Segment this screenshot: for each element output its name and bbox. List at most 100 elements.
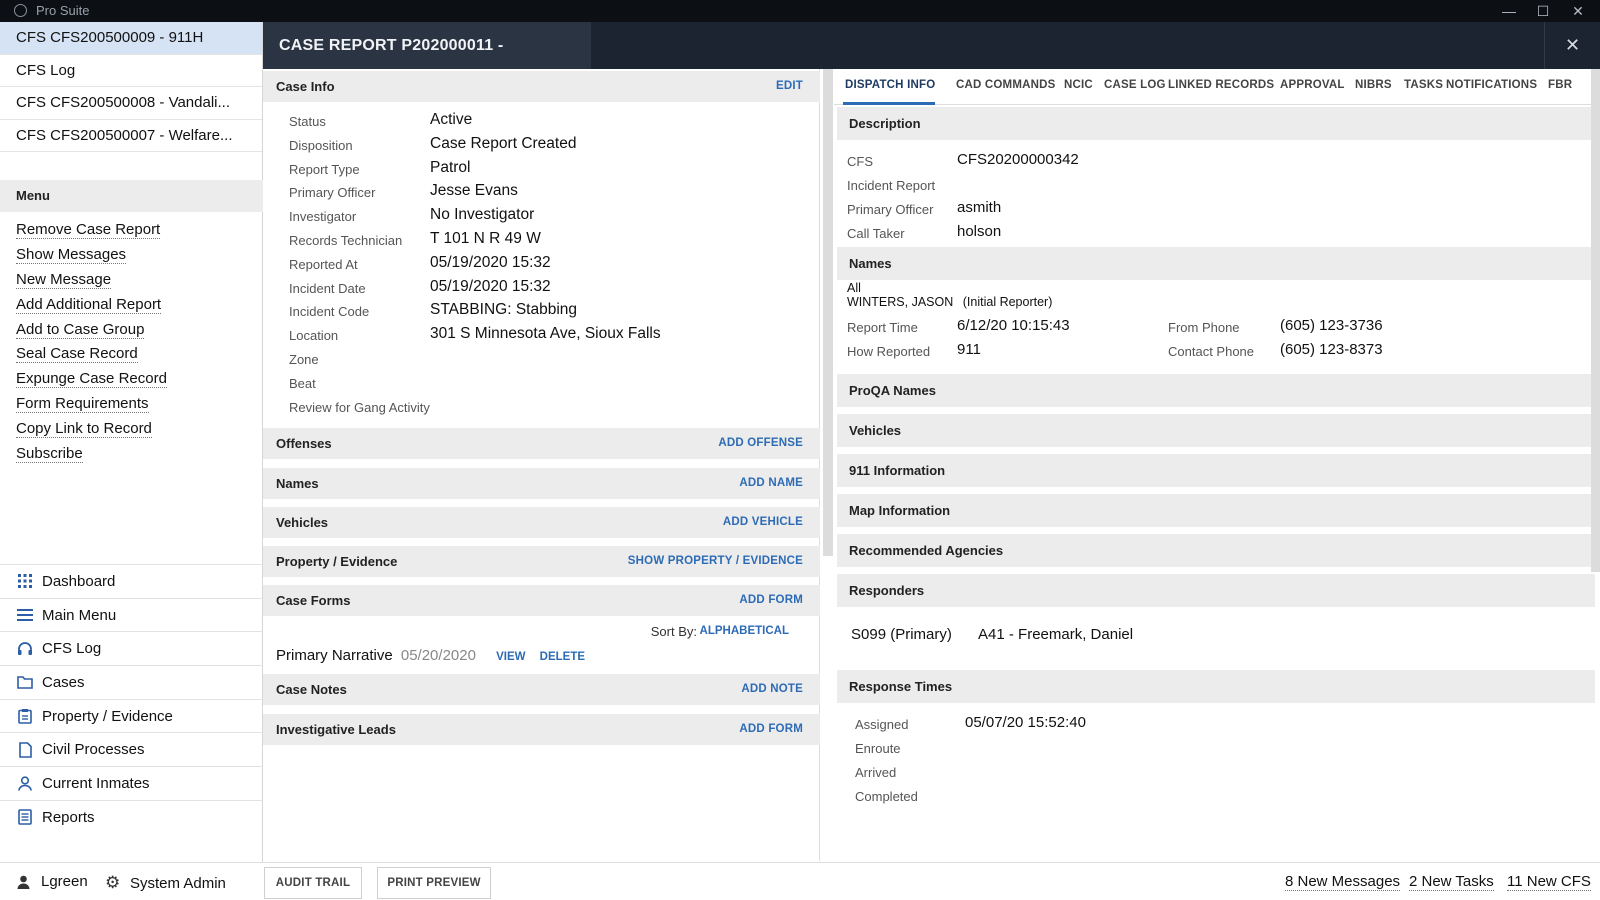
vehicles-dispatch-section[interactable]: Vehicles <box>837 414 1595 447</box>
menu-add-additional-report[interactable]: Add Additional Report <box>16 295 167 321</box>
field-value: STABBING: Stabbing <box>430 301 578 319</box>
field-location: Location 301 S Minnesota Ave, Sioux Falls <box>263 323 803 347</box>
sort-alphabetical-button[interactable]: ALPHABETICAL <box>700 625 789 637</box>
grid-icon <box>16 572 34 590</box>
right-scrollbar[interactable] <box>1591 69 1600 572</box>
sidebar: CFS CFS200500009 - 911H CFS Log CFS CFS2… <box>0 22 263 862</box>
user-menu[interactable]: Lgreen <box>17 873 88 890</box>
open-item-cfs-welfare[interactable]: CFS CFS200500007 - Welfare... <box>0 120 262 152</box>
menu-expunge-case-record[interactable]: Expunge Case Record <box>16 370 167 395</box>
menu-copy-link[interactable]: Copy Link to Record <box>16 420 167 445</box>
minimize-button[interactable]: — <box>1499 1 1519 21</box>
menu-form-requirements[interactable]: Form Requirements <box>16 395 167 420</box>
nav-property-evidence[interactable]: Property / Evidence <box>0 698 263 733</box>
tab-case-log[interactable]: CASE LOG <box>1104 79 1166 91</box>
tab-linked-records[interactable]: LINKED RECORDS <box>1168 79 1274 91</box>
nav-label: Current Inmates <box>42 774 150 792</box>
nav-cfs-log[interactable]: CFS Log <box>0 631 263 665</box>
nav-cases[interactable]: Cases <box>0 665 263 699</box>
field-value: CFS20200000342 <box>957 151 1079 168</box>
new-cfs-link[interactable]: 11 New CFS <box>1507 873 1591 891</box>
tab-ncic[interactable]: NCIC <box>1064 79 1093 91</box>
tab-cad-commands[interactable]: CAD COMMANDS <box>956 79 1056 91</box>
field-label: Records Technician <box>289 232 403 248</box>
field-label: Reported At <box>289 256 358 272</box>
field-label: Assigned <box>855 717 909 732</box>
new-tasks-link[interactable]: 2 New Tasks <box>1409 873 1494 891</box>
center-scrollbar[interactable] <box>823 69 833 556</box>
new-messages-link[interactable]: 8 New Messages <box>1285 873 1401 891</box>
menu-seal-case-record[interactable]: Seal Case Record <box>16 345 167 370</box>
menu-link-label: Remove Case Report <box>16 221 161 239</box>
names-filter[interactable]: All <box>847 281 861 295</box>
field-value: 911 <box>957 341 981 358</box>
nav-civil-processes[interactable]: Civil Processes <box>0 732 263 766</box>
proqa-names-section[interactable]: ProQA Names <box>837 374 1595 407</box>
map-information-section[interactable]: Map Information <box>837 494 1595 527</box>
nav-main-menu[interactable]: Main Menu <box>0 597 263 632</box>
section-title: Case Forms <box>276 593 351 608</box>
menu-new-message[interactable]: New Message <box>16 270 167 296</box>
audit-trail-button[interactable]: AUDIT TRAIL <box>264 867 362 899</box>
view-narrative-button[interactable]: VIEW <box>496 651 525 663</box>
field-label: How Reported <box>847 344 931 359</box>
report-time-row: Report Time 6/12/20 10:15:43 <box>847 315 1147 337</box>
menu-header: Menu <box>0 180 263 212</box>
add-offense-button[interactable]: ADD OFFENSE <box>718 437 803 449</box>
menu-add-to-case-group[interactable]: Add to Case Group <box>16 320 167 346</box>
responder-row[interactable]: S099 (Primary) A41 - Freemark, Daniel <box>851 626 1133 643</box>
add-vehicle-button[interactable]: ADD VEHICLE <box>723 516 803 528</box>
incident-report-row: Incident Report <box>847 173 1247 195</box>
field-label: Call Taker <box>847 226 905 241</box>
names-dispatch-section: Names <box>837 247 1595 280</box>
field-value: Active <box>430 111 473 128</box>
arrived-row: Arrived <box>855 760 1255 782</box>
tab-fbr[interactable]: FBR <box>1548 79 1572 91</box>
print-preview-button[interactable]: PRINT PREVIEW <box>377 867 491 899</box>
headset-icon <box>16 640 34 658</box>
field-label: From Phone <box>1168 320 1240 335</box>
field-incident-code: Incident Code STABBING: Stabbing <box>263 299 803 323</box>
tab-notifications[interactable]: NOTIFICATIONS <box>1446 79 1537 91</box>
911-information-section[interactable]: 911 Information <box>837 454 1595 487</box>
maximize-button[interactable]: ☐ <box>1533 1 1553 21</box>
tab-approval[interactable]: APPROVAL <box>1280 79 1345 91</box>
nav-label: Main Menu <box>42 606 117 624</box>
field-label: Zone <box>289 351 319 367</box>
add-name-button[interactable]: ADD NAME <box>739 477 803 489</box>
close-case-button[interactable]: ✕ <box>1544 22 1600 69</box>
tab-tasks[interactable]: TASKS <box>1404 79 1443 91</box>
dispatch-panel: DISPATCH INFO CAD COMMANDS NCIC CASE LOG… <box>834 69 1600 861</box>
field-value: 6/12/20 10:15:43 <box>957 317 1070 334</box>
nav-current-inmates[interactable]: Current Inmates <box>0 766 263 800</box>
add-note-button[interactable]: ADD NOTE <box>741 683 803 695</box>
tab-nibrs[interactable]: NIBRS <box>1355 79 1392 91</box>
menu-subscribe[interactable]: Subscribe <box>16 445 167 470</box>
show-property-evidence-button[interactable]: SHOW PROPERTY / EVIDENCE <box>628 555 803 567</box>
menu-show-messages[interactable]: Show Messages <box>16 245 167 271</box>
role-menu[interactable]: ⚙ System Admin <box>105 873 226 893</box>
cfs-row: CFS CFS20200000342 <box>847 149 1247 171</box>
field-value: T 101 N R 49 W <box>430 229 541 247</box>
menu-list: Remove Case Report Show Messages New Mes… <box>16 221 167 470</box>
field-report-type: Report Type Patrol <box>263 157 803 181</box>
tab-dispatch-info[interactable]: DISPATCH INFO <box>845 79 935 91</box>
open-item-cfs-log[interactable]: CFS Log <box>0 55 262 87</box>
section-title: Case Notes <box>276 682 347 697</box>
add-form-button[interactable]: ADD FORM <box>739 594 803 606</box>
recommended-agencies-section[interactable]: Recommended Agencies <box>837 534 1595 567</box>
open-item-cfs-911h[interactable]: CFS CFS200500009 - 911H <box>0 22 262 55</box>
assigned-row: Assigned 05/07/20 15:52:40 <box>855 712 1255 734</box>
window-close-button[interactable]: ✕ <box>1568 1 1588 21</box>
open-item-cfs-vandalism[interactable]: CFS CFS200500008 - Vandali... <box>0 87 262 120</box>
delete-narrative-button[interactable]: DELETE <box>540 651 585 663</box>
field-primary-officer: Primary Officer Jesse Evans <box>263 180 803 204</box>
edit-button[interactable]: EDIT <box>776 80 803 92</box>
section-title: ProQA Names <box>849 383 936 398</box>
menu-remove-case-report[interactable]: Remove Case Report <box>16 221 167 246</box>
field-label: Report Type <box>289 161 360 177</box>
nav-reports[interactable]: Reports <box>0 799 263 834</box>
add-lead-form-button[interactable]: ADD FORM <box>739 723 803 735</box>
nav-dashboard[interactable]: Dashboard <box>0 564 263 598</box>
new-cfs-label: 11 New CFS <box>1507 873 1591 891</box>
